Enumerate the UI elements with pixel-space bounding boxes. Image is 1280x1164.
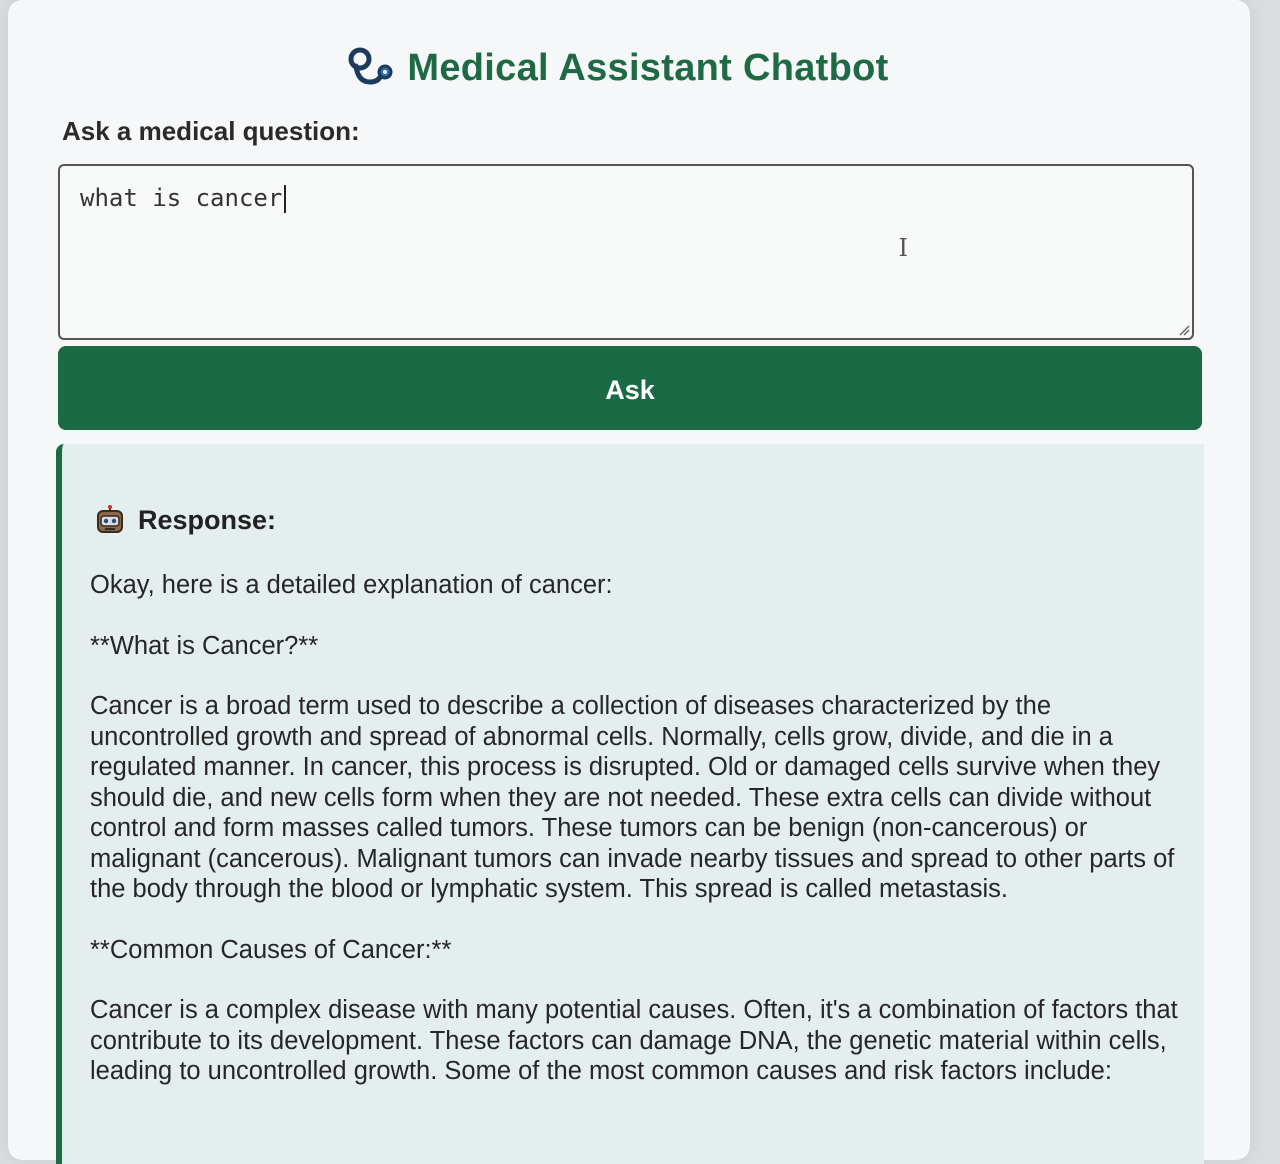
- response-header: Response:: [94, 504, 276, 536]
- response-heading-what-is-cancer: **What is Cancer?**: [90, 631, 319, 660]
- question-input[interactable]: what is cancer I: [58, 164, 1194, 340]
- question-input-value: what is cancer: [80, 184, 283, 212]
- app-card: Medical Assistant Chatbot Ask a medical …: [8, 0, 1250, 1164]
- robot-icon: [97, 505, 123, 533]
- response-text: Okay, here is a detailed explanation of …: [90, 570, 1190, 1117]
- ibeam-cursor-icon: I: [898, 234, 908, 262]
- response-intro: Okay, here is a detailed explanation of …: [90, 571, 613, 599]
- response-heading-causes: **Common Causes of Cancer:**: [90, 935, 452, 964]
- response-paragraph-causes: Cancer is a complex disease with many po…: [90, 996, 1178, 1085]
- page-title: Medical Assistant Chatbot: [407, 46, 889, 89]
- resize-handle-icon[interactable]: [1178, 324, 1190, 336]
- response-paragraph-definition: Cancer is a broad term used to describe …: [90, 692, 1175, 903]
- header: Medical Assistant Chatbot: [0, 46, 1238, 90]
- stethoscope-icon: [345, 46, 395, 90]
- text-caret: [284, 185, 287, 213]
- response-panel: Response: Okay, here is a detailed expla…: [56, 444, 1204, 1164]
- response-title: Response:: [138, 504, 277, 535]
- question-label: Ask a medical question:: [62, 116, 360, 146]
- ask-button[interactable]: Ask: [58, 346, 1202, 430]
